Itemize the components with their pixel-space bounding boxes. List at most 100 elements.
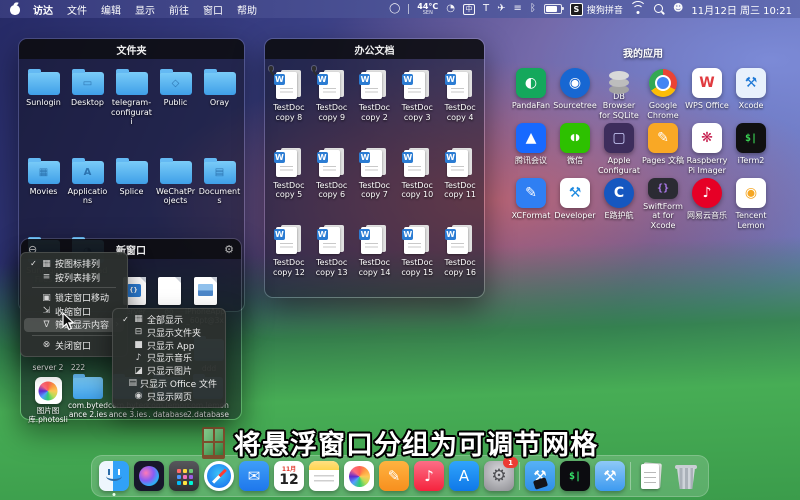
submenu-item[interactable]: ⊟只显示文件夹: [116, 326, 222, 339]
sogou-label: 搜狗拼音: [587, 3, 623, 16]
dock-music[interactable]: ♪: [414, 461, 444, 491]
app-item[interactable]: ❋Raspberry Pi Imager: [685, 123, 729, 175]
folder-item[interactable]: ▤Documents: [198, 157, 241, 229]
dock-notes[interactable]: [309, 461, 339, 491]
search-icon[interactable]: [653, 3, 665, 15]
dock-xcode-archive[interactable]: ⚒: [525, 461, 555, 491]
submenu-item[interactable]: ◪只显示图片: [116, 364, 222, 377]
doc-item[interactable]: WTestDoc copy 7: [354, 146, 396, 217]
dock-iterm2[interactable]: $|: [560, 461, 590, 491]
app-item[interactable]: ⚒Xcode: [729, 68, 773, 120]
dock-xcode[interactable]: ⚒: [595, 461, 625, 491]
doc-item[interactable]: WTestDoc copy 4: [439, 68, 481, 139]
folder-item[interactable]: ▭Desktop: [66, 68, 109, 150]
submenu-item[interactable]: ◉只显示网页: [116, 390, 222, 403]
doc-item[interactable]: WTestDoc copy 2: [354, 68, 396, 139]
gear-icon[interactable]: ⚙: [224, 239, 234, 259]
menubar-menu-2[interactable]: 文件: [60, 2, 94, 17]
app-item[interactable]: ⚒Developer: [553, 178, 597, 230]
app-item[interactable]: ▲腾讯会议: [509, 123, 553, 175]
doc-item[interactable]: WTestDoc copy 11: [439, 146, 481, 217]
dock-trash[interactable]: [671, 461, 701, 491]
layers-icon[interactable]: ≡: [514, 4, 522, 14]
bluetooth-icon[interactable]: ᛒ: [530, 4, 536, 14]
doc-item[interactable]: WTestDoc copy 3: [396, 68, 438, 139]
folder-item[interactable]: Sunlogin: [22, 68, 65, 150]
menubar-clock[interactable]: 11月12日 周三 10:21: [691, 2, 792, 17]
dock-pages[interactable]: ✎: [379, 461, 409, 491]
folder-item[interactable]: ▦Movies: [22, 157, 65, 229]
doc-item[interactable]: WTestDoc copy 13: [311, 223, 353, 294]
doc-item[interactable]: WTestDoc copy 5: [268, 146, 310, 217]
app-item[interactable]: ◐PandaFan: [509, 68, 553, 120]
doc-item[interactable]: WTestDoc copy 9: [311, 68, 353, 139]
app-item[interactable]: WWPS Office: [685, 68, 729, 120]
folder-item[interactable]: Oray: [198, 68, 241, 150]
apple-logo-icon[interactable]: [10, 3, 20, 15]
submenu-item[interactable]: ■只显示 App: [116, 339, 222, 352]
ring-icon[interactable]: ◯: [389, 4, 400, 14]
context-menu-item[interactable]: ⊗关闭窗口: [24, 339, 124, 353]
clothes-icon[interactable]: T: [483, 4, 489, 14]
doc-item[interactable]: WTestDoc copy 15: [396, 223, 438, 294]
temperature-widget[interactable]: 44°C SEN: [417, 3, 438, 16]
context-menu-item[interactable]: ▣锁定窗口移动: [24, 291, 124, 305]
folder-item[interactable]: AApplications: [66, 157, 109, 229]
app-item[interactable]: $|iTerm2: [729, 123, 773, 175]
doc-item[interactable]: WTestDoc copy 6: [311, 146, 353, 217]
new-window-item[interactable]: com.byted ance 2.ies: [67, 377, 109, 419]
app-item[interactable]: ♪网易云音乐: [685, 178, 729, 230]
folder-item[interactable]: ◇Public: [154, 68, 197, 150]
app-item[interactable]: {}SwiftFormat for Xcode: [641, 178, 685, 230]
submenu-item[interactable]: ▤只显示 Office 文件: [116, 377, 222, 390]
photos-library-icon: [35, 377, 62, 404]
dock-photos[interactable]: [344, 461, 374, 491]
menubar-menu-7[interactable]: 帮助: [230, 2, 264, 17]
docs-window-titlebar[interactable]: 办公文档: [265, 39, 484, 59]
new-window-item[interactable]: 图片图库.photosli: [27, 377, 69, 424]
battery-icon[interactable]: [544, 4, 562, 14]
folders-window-titlebar[interactable]: 文件夹: [19, 39, 244, 59]
menubar-menu-5[interactable]: 前往: [162, 2, 196, 17]
input-source-icon[interactable]: 中: [463, 4, 475, 15]
dock-safari[interactable]: [204, 461, 234, 491]
dock-finder[interactable]: [99, 461, 129, 491]
dock-system-settings[interactable]: ⚙1: [484, 461, 514, 491]
folder-item[interactable]: Splice: [110, 157, 153, 229]
doc-item[interactable]: WTestDoc copy 12: [268, 223, 310, 294]
timer-icon[interactable]: ◔: [446, 4, 455, 14]
dock-launchpad[interactable]: [169, 461, 199, 491]
app-item[interactable]: Google Chrome: [641, 68, 685, 120]
app-item[interactable]: CE路护航: [597, 178, 641, 230]
dock-siri[interactable]: [134, 461, 164, 491]
rocket-icon[interactable]: ✈: [497, 4, 505, 14]
menubar-menu-4[interactable]: 显示: [128, 2, 162, 17]
folder-item[interactable]: telegram-configurati: [110, 68, 153, 150]
doc-item[interactable]: WTestDoc copy 16: [439, 223, 481, 294]
app-item[interactable]: ▢Apple Configurat: [597, 123, 641, 175]
sogou-input-indicator[interactable]: S 搜狗拼音: [570, 3, 623, 16]
app-item[interactable]: ✎XCFormat: [509, 178, 553, 230]
app-item[interactable]: ◖◗微信: [553, 123, 597, 175]
wifi-icon[interactable]: [631, 4, 645, 15]
user-icon[interactable]: ☻: [673, 4, 683, 14]
submenu-item[interactable]: ♪只显示音乐: [116, 351, 222, 364]
app-item[interactable]: ◉Tencent Lemon: [729, 178, 773, 230]
app-item[interactable]: ◉Sourcetree: [553, 68, 597, 120]
dock-app-store[interactable]: A: [449, 461, 479, 491]
submenu-item[interactable]: ✓▦全部显示: [116, 313, 222, 326]
menubar-menu-6[interactable]: 窗口: [196, 2, 230, 17]
doc-item[interactable]: WTestDoc copy 10: [396, 146, 438, 217]
app-item[interactable]: DB Browser for SQLite: [597, 68, 641, 120]
menubar-menu-1[interactable]: 访达: [26, 2, 60, 17]
doc-item[interactable]: WTestDoc copy 8: [268, 68, 310, 139]
app-item[interactable]: ✎Pages 文稿: [641, 123, 685, 175]
menubar-menu-3[interactable]: 编辑: [94, 2, 128, 17]
dock-documents-stack[interactable]: [636, 461, 666, 491]
folder-item[interactable]: WeChatProjects: [154, 157, 197, 229]
dock-calendar[interactable]: 11月12: [274, 461, 304, 491]
context-menu-item[interactable]: ✓▦按图标排列: [24, 257, 124, 271]
context-menu-item[interactable]: ≡按列表排列: [24, 271, 124, 285]
doc-item[interactable]: WTestDoc copy 14: [354, 223, 396, 294]
dock-mail[interactable]: ✉: [239, 461, 269, 491]
